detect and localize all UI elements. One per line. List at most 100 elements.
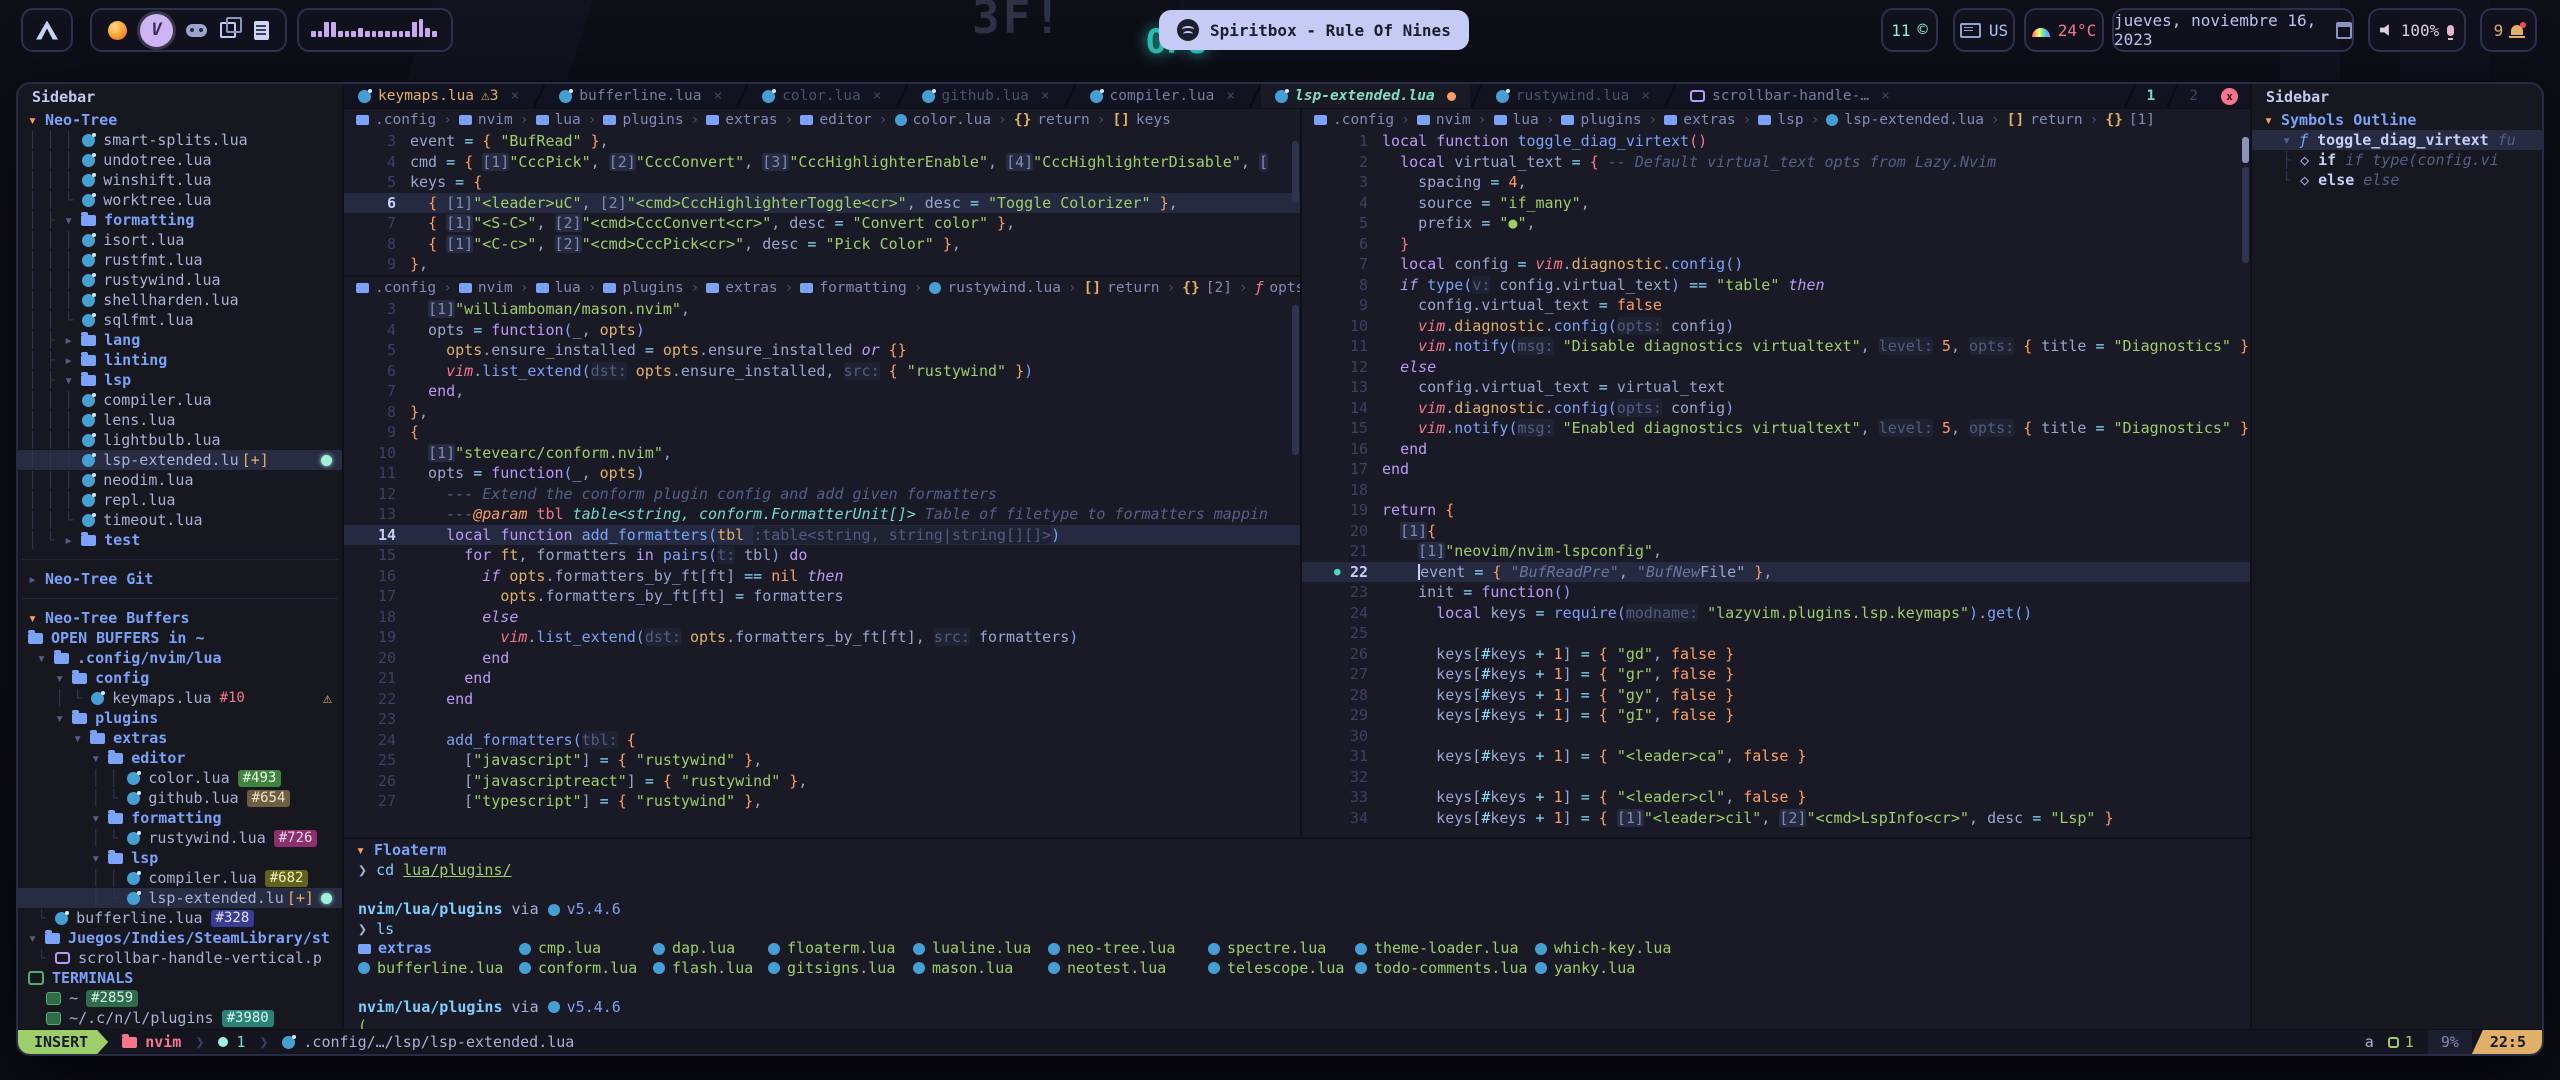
breadcrumb-item[interactable]: plugins: [603, 112, 683, 128]
code-line[interactable]: 3 spacing = 4,: [1302, 172, 2250, 193]
listing-entry[interactable]: gitsigns.lua: [768, 959, 913, 979]
chevron-down-icon[interactable]: ▾: [91, 748, 108, 768]
code-line[interactable]: 23 init = function(): [1302, 582, 2250, 603]
tree-item[interactable]: └ bufferline.lua#328: [18, 908, 342, 928]
chevron-down-icon[interactable]: ▾: [91, 848, 108, 868]
sidebar-section-header[interactable]: ▾Neo-Tree Buffers: [18, 608, 342, 628]
floaterm-winbar[interactable]: ▾ Floaterm: [344, 839, 2250, 861]
tree-item[interactable]: │ └ github.lua#654: [18, 788, 342, 808]
listing-entry[interactable]: yanky.lua: [1535, 959, 1675, 979]
windows-icon[interactable]: [220, 22, 236, 38]
tab-close-icon[interactable]: ×: [1641, 88, 1650, 104]
outline-item[interactable]: ├ ◇ifif type(config.vi: [2252, 150, 2542, 170]
listing-entry[interactable]: theme-loader.lua: [1355, 939, 1535, 959]
breadcrumb-item[interactable]: {}[1]: [2105, 112, 2155, 128]
tree-item[interactable]: │ ├ ▾formatting: [18, 210, 342, 230]
code-line[interactable]: 26 keys[#keys + 1] = { "gd", false }: [1302, 644, 2250, 665]
tree-item[interactable]: ▾formatting: [18, 808, 342, 828]
code-line[interactable]: 8 { [1]"<C-c>", [2]"<cmd>CccPick<cr>", d…: [344, 234, 1300, 255]
chevron-down-icon[interactable]: ▾: [2282, 131, 2299, 149]
chevron-right-icon[interactable]: ▸: [64, 330, 81, 350]
code-line[interactable]: 15 vim.notify(msg: "Enabled diagnostics …: [1302, 418, 2250, 439]
audio-widget[interactable]: 100%: [2368, 8, 2466, 52]
code-line[interactable]: 16 if opts.formatters_by_ft[ft] == nil t…: [344, 566, 1300, 587]
code-line[interactable]: 30: [1302, 726, 2250, 747]
tab-lsp-extended-lua[interactable]: lsp-extended.lua: [1261, 84, 1470, 108]
media-widget[interactable]: Spiritbox - Rule Of Nines: [1159, 10, 1469, 50]
tab-color-lua[interactable]: color.lua×: [748, 84, 895, 108]
tree-item[interactable]: │ │ │ winshift.lua: [18, 170, 342, 190]
tree-item[interactable]: │ │ │ rustfmt.lua: [18, 250, 342, 270]
listing-entry[interactable]: conform.lua: [519, 959, 653, 979]
breadcrumb-item[interactable]: {}return: [1014, 112, 1090, 128]
listing-entry[interactable]: bufferline.lua: [358, 959, 519, 979]
chevron-down-icon[interactable]: ▾: [28, 928, 45, 948]
chevron-down-icon[interactable]: ▾: [91, 808, 108, 828]
tab-compiler-lua[interactable]: compiler.lua×: [1076, 84, 1250, 108]
tree-item[interactable]: │ │ │ rustywind.lua: [18, 270, 342, 290]
tree-item[interactable]: │ │ │ repl.lua: [18, 490, 342, 510]
code-line[interactable]: 18: [1302, 480, 2250, 501]
code-line[interactable]: 27 keys[#keys + 1] = { "gr", false }: [1302, 664, 2250, 685]
listing-entry[interactable]: spectre.lua: [1208, 939, 1355, 959]
tree-item[interactable]: │ │ │ compiler.lua: [18, 390, 342, 410]
code-line[interactable]: 25 ["javascript"] = { "rustywind" },: [344, 750, 1300, 771]
breadcrumb-item[interactable]: lsp: [1758, 112, 1803, 128]
tab-close-icon[interactable]: ×: [511, 88, 520, 104]
chevron-right-icon[interactable]: ▸: [64, 350, 81, 370]
tree-item[interactable]: │ │ └ sqlfmt.lua: [18, 310, 342, 330]
outline-item[interactable]: ▾ƒtoggle_diag_virtextfu: [2252, 130, 2542, 150]
listing-entry[interactable]: neo-tree.lua: [1048, 939, 1208, 959]
breadcrumb-item[interactable]: []return: [2007, 112, 2083, 128]
code-line[interactable]: 16 end: [1302, 439, 2250, 460]
chevron-down-icon[interactable]: ▾: [73, 728, 90, 748]
tree-item[interactable]: │ │ │ lightbulb.lua: [18, 430, 342, 450]
code-line[interactable]: 10 [1]"stevearc/conform.nvim",: [344, 443, 1300, 464]
code-line[interactable]: 19return {: [1302, 500, 2250, 521]
chevron-right-icon[interactable]: ▸: [64, 530, 81, 550]
notifications-widget[interactable]: 9: [2480, 8, 2537, 52]
code-line[interactable]: 2 local virtual_text = { -- Default virt…: [1302, 152, 2250, 173]
tree-item[interactable]: ▾.config/nvim/lua: [18, 648, 342, 668]
tree-item[interactable]: ~#2859: [18, 988, 342, 1008]
chevron-down-icon[interactable]: ▾: [55, 708, 72, 728]
tree-item[interactable]: │ │ │ shellharden.lua: [18, 290, 342, 310]
code-line[interactable]: 3event = { "BufRead" },: [344, 131, 1300, 152]
tab-close-icon[interactable]: ×: [713, 88, 722, 104]
tab-scrollbar-handle-[interactable]: scrollbar-handle-…×: [1676, 84, 1904, 108]
launcher-button[interactable]: [21, 8, 73, 52]
tree-item[interactable]: └ scrollbar-handle-vertical.p: [18, 948, 342, 968]
code-line[interactable]: 5 opts.ensure_installed = opts.ensure_in…: [344, 340, 1300, 361]
scrollbar[interactable]: [1292, 141, 1299, 203]
listing-entry[interactable]: telescope.lua: [1208, 959, 1355, 979]
listing-entry[interactable]: extras: [358, 939, 519, 959]
files-icon[interactable]: [254, 21, 269, 40]
tree-item[interactable]: ~/.c/n/l/plugins#3980: [18, 1008, 342, 1028]
code-line[interactable]: 9},: [344, 254, 1300, 275]
code-line[interactable]: 33 keys[#keys + 1] = { "<leader>cl", fal…: [1302, 787, 2250, 808]
code-line[interactable]: 29 keys[#keys + 1] = { "gI", false }: [1302, 705, 2250, 726]
tab-keymaps-lua[interactable]: keymaps.lua⚠3×: [344, 84, 533, 108]
tree-item[interactable]: │ │ └ timeout.lua: [18, 510, 342, 530]
code-line[interactable]: 5 prefix = "●",: [1302, 213, 2250, 234]
code-line[interactable]: 19 vim.list_extend(dst: opts.formatters_…: [344, 627, 1300, 648]
tree-item[interactable]: │ ├ ▸lang: [18, 330, 342, 350]
code-line[interactable]: 1local function toggle_diag_virtext(): [1302, 131, 2250, 152]
code-line[interactable]: 20 [1]{: [1302, 521, 2250, 542]
code-line[interactable]: 21 end: [344, 668, 1300, 689]
tree-item[interactable]: │ │ │ neodim.lua: [18, 470, 342, 490]
code-line[interactable]: 6 vim.list_extend(dst: opts.ensure_insta…: [344, 361, 1300, 382]
breadcrumb-item[interactable]: {}[2]: [1182, 280, 1232, 296]
neovim-icon[interactable]: V: [140, 14, 173, 47]
breadcrumb-item[interactable]: nvim: [1417, 112, 1471, 128]
code-line[interactable]: 11 opts = function(_, opts): [344, 463, 1300, 484]
clock-widget[interactable]: jueves, noviembre 16, 2023: [2112, 8, 2354, 52]
code-line[interactable]: 13 ---@param tbl table<string, conform.F…: [344, 504, 1300, 525]
breadcrumb-item[interactable]: extras: [1664, 112, 1735, 128]
listing-entry[interactable]: dap.lua: [653, 939, 768, 959]
tab-close-icon[interactable]: ×: [1881, 88, 1890, 104]
editor-pane-color[interactable]: .config›nvim›lua›plugins›extras›editor›c…: [344, 109, 1300, 275]
code-line[interactable]: 9{: [344, 422, 1300, 443]
code-line[interactable]: 20 end: [344, 648, 1300, 669]
code-line[interactable]: 34 keys[#keys + 1] = { [1]"<leader>cil",…: [1302, 808, 2250, 829]
